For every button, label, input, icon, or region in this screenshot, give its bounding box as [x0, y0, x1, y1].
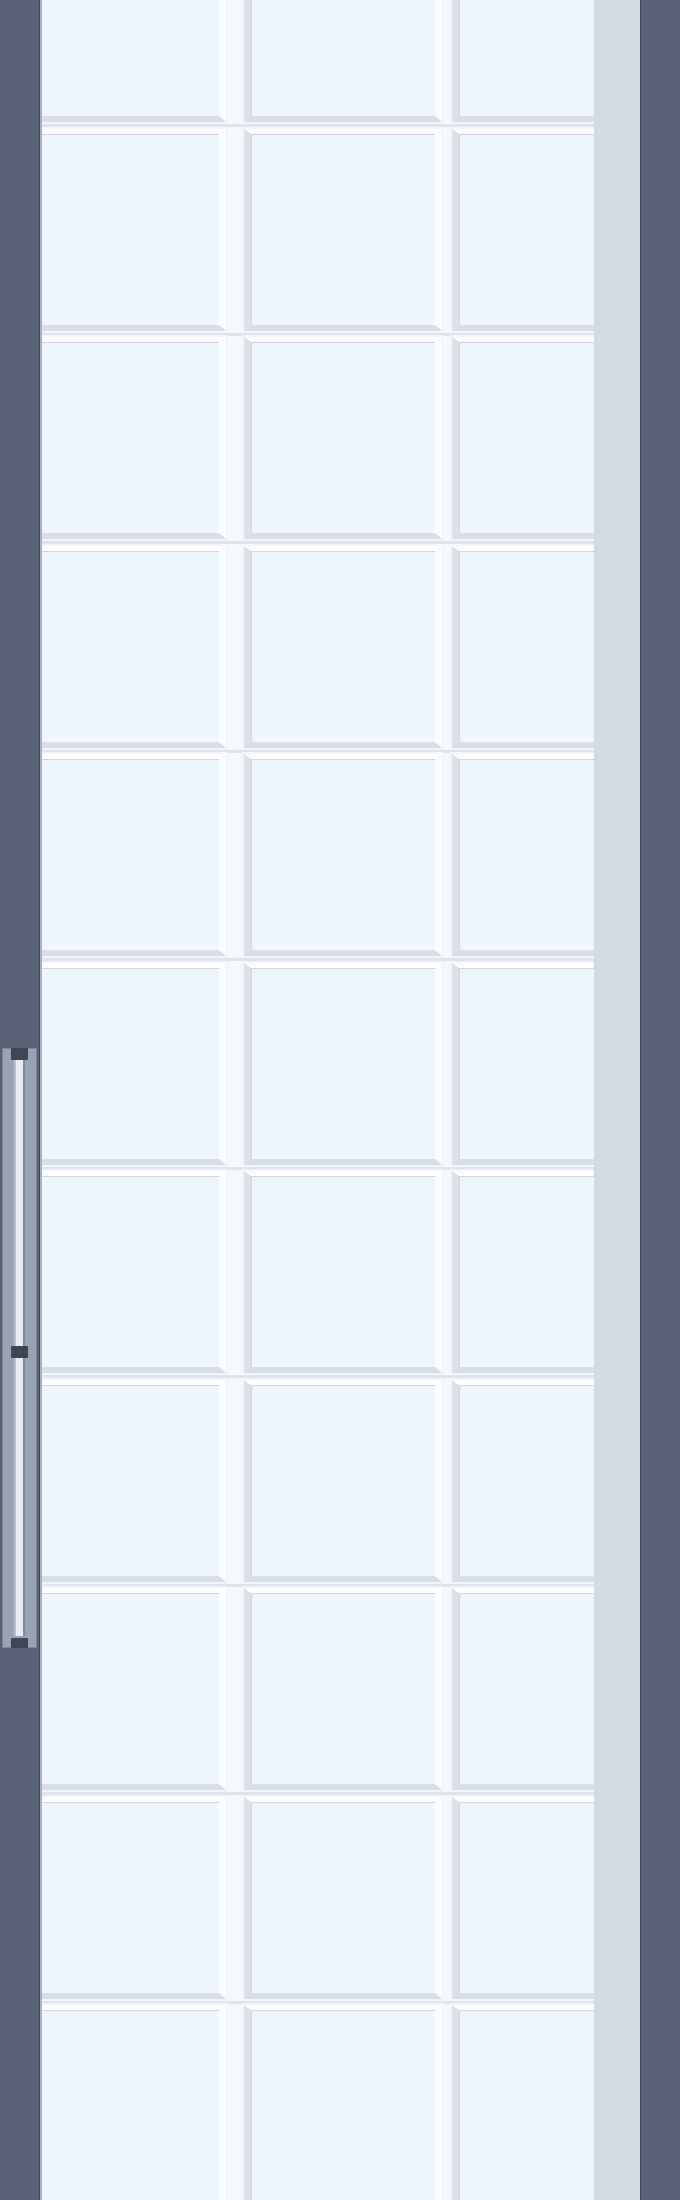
glass-pane	[244, 1171, 442, 1373]
glass-pane	[42, 1588, 226, 1790]
door-handle-icon[interactable]	[2, 1048, 37, 1648]
glass-pane	[244, 754, 442, 956]
glass-pane	[42, 754, 226, 956]
muntin-line	[42, 2001, 594, 2004]
glass-pane	[42, 546, 226, 748]
sliding-door-frame	[0, 0, 680, 2200]
muntin-line	[42, 1167, 594, 1170]
muntin-line	[42, 541, 594, 544]
glass-pane	[452, 1797, 594, 1999]
glass-pane	[452, 1380, 594, 1582]
glass-pane	[244, 2005, 442, 2200]
glass-shadow-strip	[594, 0, 640, 2200]
glass-pane	[452, 337, 594, 539]
handle-cap-bottom	[11, 1638, 28, 1648]
muntin-line	[42, 1375, 594, 1378]
glass-pane	[244, 337, 442, 539]
glass-pane	[42, 2005, 226, 2200]
glass-pane	[42, 1380, 226, 1582]
glass-panel-grid	[42, 0, 594, 2200]
muntin-line	[42, 124, 594, 127]
handle-cap-middle	[11, 1346, 28, 1358]
glass-pane	[42, 1797, 226, 1999]
muntin-line	[42, 958, 594, 961]
glass-pane	[452, 546, 594, 748]
muntin-line	[42, 1584, 594, 1587]
right-door-frame	[640, 0, 680, 2200]
glass-pane	[42, 337, 226, 539]
muntin-line	[42, 750, 594, 753]
glass-pane	[452, 2005, 594, 2200]
glass-pane	[244, 1797, 442, 1999]
glass-pane	[452, 1588, 594, 1790]
glass-pane	[42, 1171, 226, 1373]
handle-cap-top	[11, 1048, 28, 1060]
muntin-line	[42, 1792, 594, 1795]
glass-pane	[452, 0, 594, 122]
glass-pane	[244, 1588, 442, 1790]
left-frame-edge	[40, 0, 42, 2200]
glass-pane	[244, 0, 442, 122]
glass-pane	[42, 0, 226, 122]
glass-pane	[42, 963, 226, 1165]
glass-pane	[244, 129, 442, 331]
glass-pane	[452, 754, 594, 956]
glass-pane	[42, 129, 226, 331]
glass-pane	[452, 1171, 594, 1373]
glass-pane	[452, 963, 594, 1165]
glass-pane	[452, 129, 594, 331]
glass-pane	[244, 1380, 442, 1582]
glass-pane	[244, 963, 442, 1165]
muntin-line	[42, 333, 594, 336]
glass-pane	[244, 546, 442, 748]
